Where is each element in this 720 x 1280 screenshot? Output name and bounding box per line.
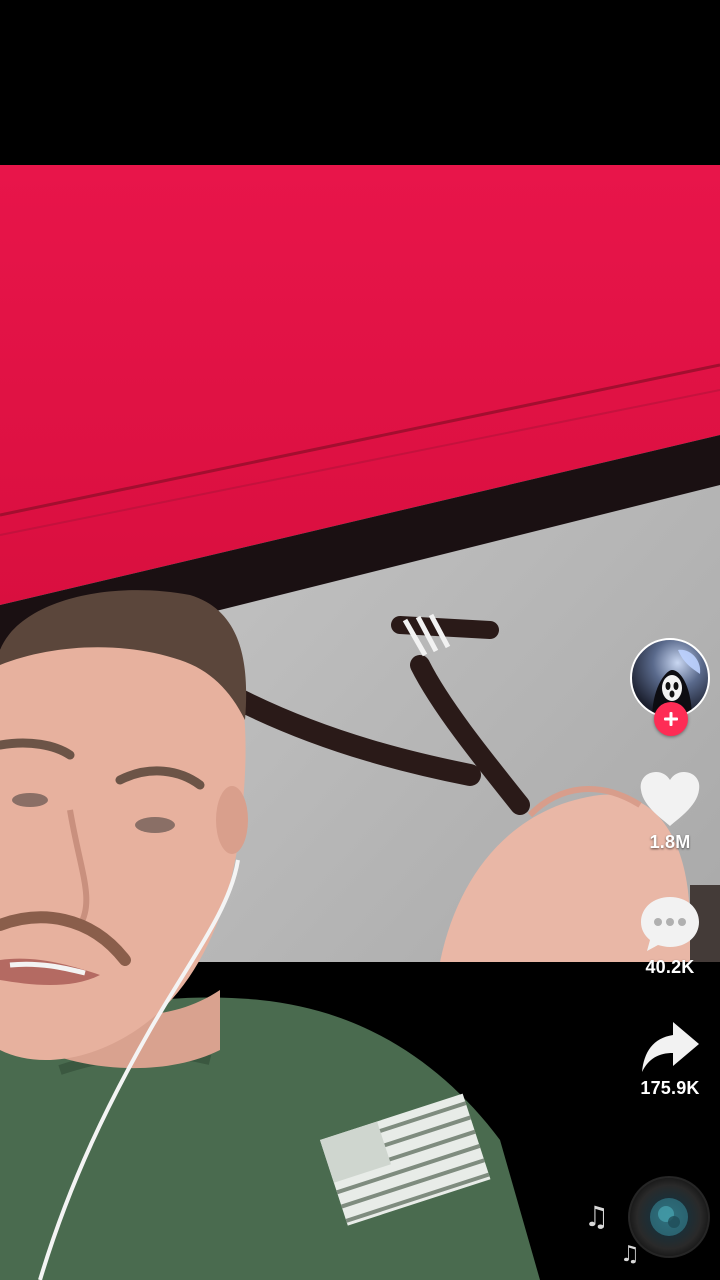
comment-button[interactable]: 40.2K (639, 895, 701, 978)
video-player[interactable]: 1.8M 40.2K 175.9K ♫ ♫ (0, 0, 720, 1280)
follow-button[interactable] (654, 702, 688, 736)
comment-bubble-icon (641, 897, 699, 951)
share-count: 175.9K (640, 1078, 700, 1098)
like-button[interactable]: 1.8M (639, 772, 701, 853)
share-arrow-icon (642, 1022, 699, 1072)
share-button[interactable]: 175.9K (639, 1020, 701, 1099)
action-rail: 1.8M 40.2K 175.9K (620, 630, 720, 1099)
sound-disc[interactable] (628, 1176, 710, 1258)
webcam-overlay-illustration (0, 590, 540, 1280)
comment-count: 40.2K (645, 957, 695, 977)
creator-avatar-block (628, 630, 712, 736)
heart-icon (640, 772, 700, 826)
music-note-icon: ♫ (584, 1200, 610, 1233)
sound-cover-image (650, 1198, 688, 1236)
plus-icon (664, 712, 678, 726)
like-count: 1.8M (649, 832, 691, 852)
